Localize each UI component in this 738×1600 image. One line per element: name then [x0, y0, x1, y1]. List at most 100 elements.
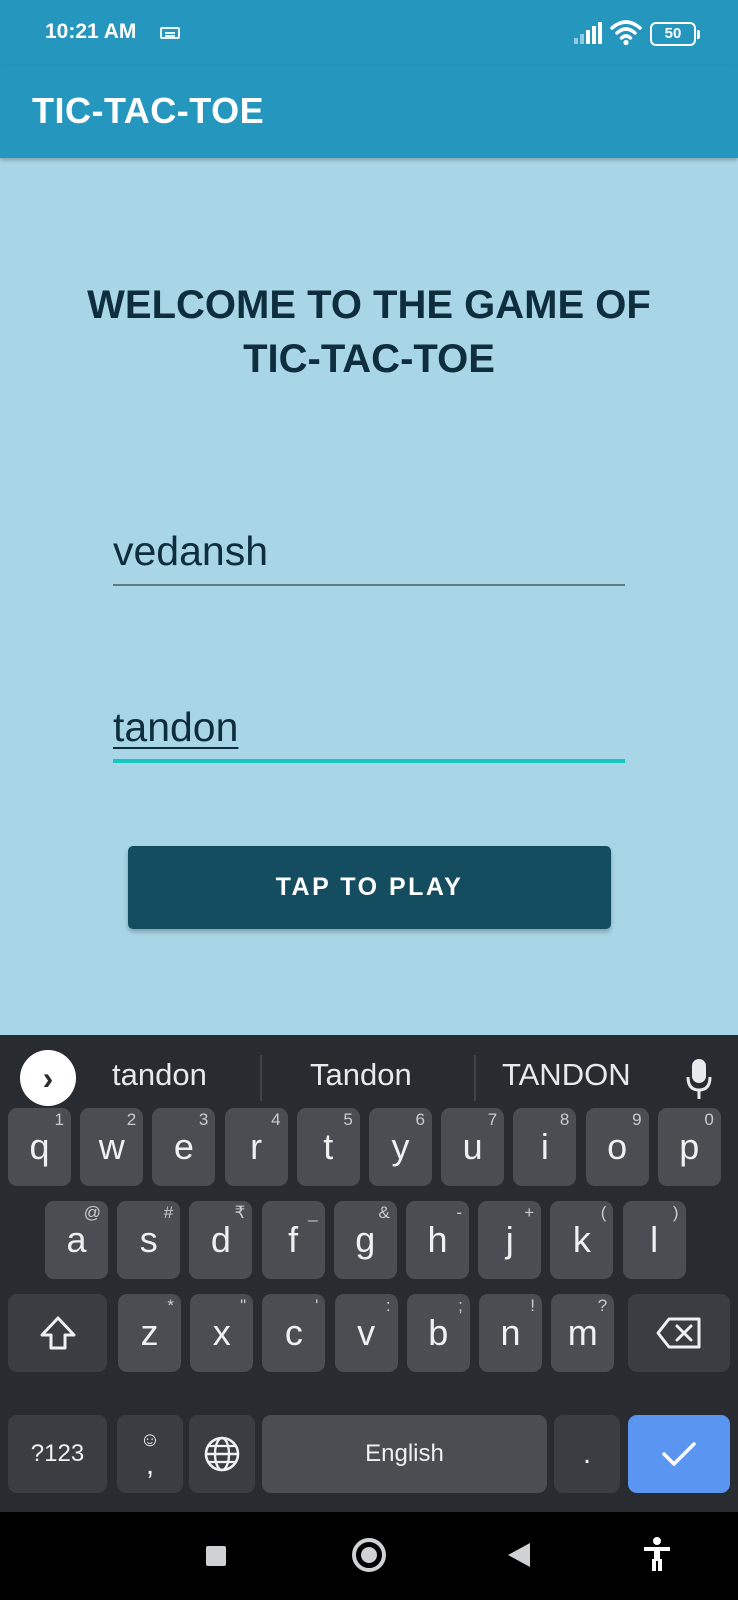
key-i[interactable]: 8i [513, 1108, 577, 1186]
backspace-icon [656, 1317, 701, 1349]
emoji-comma-key[interactable]: ☺ , [117, 1415, 183, 1493]
shift-key[interactable] [8, 1294, 107, 1372]
player-one-field[interactable] [113, 522, 625, 586]
recent-apps-icon[interactable] [206, 1546, 226, 1566]
key-o[interactable]: 9o [585, 1108, 649, 1186]
comma-label: , [145, 1448, 155, 1481]
key-e[interactable]: 3e [152, 1108, 216, 1186]
player-two-underline [113, 759, 625, 763]
key-label: x [212, 1312, 231, 1353]
player-two-input[interactable] [113, 698, 625, 756]
key-label: i [540, 1126, 549, 1167]
key-label: e [173, 1126, 194, 1167]
key-j[interactable]: + j [478, 1201, 542, 1279]
key-k[interactable]: (k [550, 1201, 614, 1279]
battery-level: 50 [664, 25, 682, 42]
signal-icon [574, 22, 604, 44]
key-hint: ' [315, 1296, 319, 1315]
key-f[interactable]: _ f [261, 1201, 325, 1279]
space-key[interactable]: English [262, 1415, 547, 1493]
period-key[interactable]: . [554, 1415, 620, 1493]
key-hint: ( [600, 1203, 607, 1222]
key-hint: # [163, 1203, 174, 1222]
key-r[interactable]: 4r [224, 1108, 288, 1186]
key-h[interactable]: -h [406, 1201, 469, 1279]
key-label: h [427, 1219, 448, 1260]
battery-icon: 50 [650, 22, 700, 46]
key-hint: - [456, 1203, 462, 1222]
accessibility-icon[interactable] [642, 1536, 672, 1572]
key-t[interactable]: 5t [296, 1108, 360, 1186]
key-d[interactable]: ₹ d [189, 1201, 253, 1279]
key-label: n [500, 1312, 521, 1353]
keyboard-indicator-icon [160, 27, 180, 39]
key-v[interactable]: :v [334, 1294, 398, 1372]
key-hint: 0 [704, 1110, 714, 1129]
backspace-key[interactable] [628, 1294, 730, 1372]
suggestion-3[interactable]: TANDON [502, 1057, 631, 1093]
key-hint: ? [597, 1296, 608, 1315]
key-g[interactable]: & g [333, 1201, 397, 1279]
key-p[interactable]: 0p [657, 1108, 721, 1186]
key-q[interactable]: 1q [8, 1108, 71, 1186]
suggestion-1[interactable]: tandon [112, 1057, 207, 1093]
player-two-field[interactable] [113, 698, 625, 763]
player-one-input[interactable] [113, 522, 625, 580]
soft-keyboard: › tandon Tandon TANDON ?123 ☺ , English … [0, 1035, 738, 1512]
key-label: m [567, 1312, 598, 1353]
key-hint: : [385, 1296, 391, 1315]
key-label: g [355, 1219, 376, 1260]
key-label: p [679, 1126, 700, 1167]
key-y[interactable]: 6y [369, 1108, 432, 1186]
suggestion-2[interactable]: Tandon [310, 1057, 412, 1093]
back-icon[interactable] [508, 1543, 530, 1567]
key-label: l [650, 1219, 659, 1260]
key-hint: ₹ [234, 1203, 246, 1222]
key-label: q [29, 1126, 50, 1167]
key-x[interactable]: " x [190, 1294, 254, 1372]
key-b[interactable]: ; b [406, 1294, 470, 1372]
status-bar: 10:21 AM 50 [0, 0, 738, 66]
symbols-key[interactable]: ?123 [8, 1415, 107, 1493]
key-hint: 9 [632, 1110, 642, 1129]
key-z[interactable]: * z [118, 1294, 181, 1372]
globe-icon [204, 1436, 240, 1472]
key-l[interactable]: ) l [622, 1201, 686, 1279]
key-c[interactable]: ' c [262, 1294, 326, 1372]
player-one-underline [113, 584, 625, 586]
navigation-bar [0, 1512, 738, 1600]
chevron-right-icon[interactable]: › [20, 1050, 76, 1106]
key-hint: 5 [343, 1110, 353, 1129]
suggestion-divider [260, 1055, 262, 1101]
key-hint: + [524, 1203, 535, 1222]
key-label: f [288, 1219, 299, 1260]
key-hint: ; [458, 1296, 463, 1315]
enter-key[interactable] [628, 1415, 730, 1493]
key-label: y [391, 1126, 410, 1167]
key-label: w [98, 1126, 125, 1167]
key-s[interactable]: # s [117, 1201, 181, 1279]
key-u[interactable]: 7u [441, 1108, 505, 1186]
key-label: a [66, 1219, 87, 1260]
key-hint: 8 [559, 1110, 570, 1129]
key-w[interactable]: 2w [80, 1108, 144, 1186]
key-hint: 2 [126, 1110, 137, 1129]
globe-key[interactable] [189, 1415, 255, 1493]
status-time: 10:21 AM [45, 20, 137, 43]
home-icon[interactable] [352, 1538, 386, 1572]
key-hint: 1 [54, 1110, 64, 1129]
key-hint: " [240, 1296, 247, 1315]
key-label: r [250, 1126, 263, 1167]
key-n[interactable]: ! n [479, 1294, 542, 1372]
suggestion-divider [474, 1055, 476, 1101]
key-a[interactable]: @ a [45, 1201, 108, 1279]
tap-to-play-button[interactable]: TAP TO PLAY [128, 846, 611, 929]
microphone-icon[interactable] [686, 1057, 712, 1101]
wifi-icon [610, 20, 642, 46]
key-hint: 4 [271, 1110, 281, 1129]
key-label: t [323, 1126, 334, 1167]
key-hint: * [167, 1296, 174, 1315]
key-hint: _ [308, 1203, 318, 1222]
key-m[interactable]: ? m [551, 1294, 615, 1372]
key-hint: @ [83, 1203, 101, 1222]
